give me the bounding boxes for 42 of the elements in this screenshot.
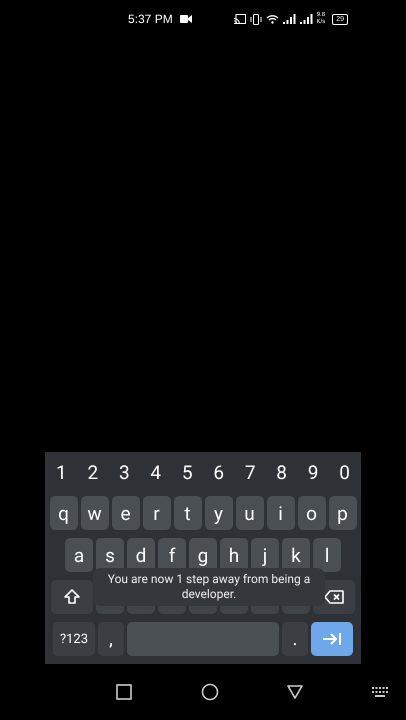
video-camera-icon	[180, 14, 192, 24]
number-key[interactable]: 5	[178, 460, 196, 484]
developer-toast: You are now 1 step away from being a developer.	[93, 568, 325, 606]
shift-key[interactable]	[51, 580, 93, 614]
number-key[interactable]: 6	[210, 460, 228, 484]
letter-key[interactable]: a	[65, 538, 93, 572]
letter-key[interactable]: i	[266, 496, 294, 530]
recents-icon[interactable]	[116, 684, 132, 700]
number-key[interactable]: 0	[336, 460, 353, 484]
number-key[interactable]: 8	[273, 460, 290, 484]
wifi-icon	[266, 14, 279, 24]
backspace-icon	[324, 590, 344, 604]
comma-key[interactable]: ,	[98, 622, 124, 656]
letter-key[interactable]: q	[50, 496, 78, 530]
letter-key[interactable]: o	[298, 496, 326, 530]
symbols-key[interactable]: ?123	[53, 622, 95, 656]
letter-key[interactable]: e	[112, 496, 140, 530]
letter-key[interactable]: r	[142, 496, 170, 530]
period-key[interactable]: .	[282, 622, 308, 656]
letter-key[interactable]: l	[313, 538, 341, 572]
keyboard-icon[interactable]	[372, 687, 388, 697]
letter-key[interactable]: y	[204, 496, 232, 530]
enter-key[interactable]	[311, 622, 353, 656]
signal-icon	[282, 14, 296, 24]
tab-arrow-icon	[322, 632, 342, 646]
letter-key[interactable]: t	[174, 496, 202, 530]
vibrate-icon	[250, 14, 262, 24]
number-key[interactable]: 9	[304, 460, 322, 484]
number-key[interactable]: 3	[116, 460, 133, 484]
number-key[interactable]: 2	[84, 460, 102, 484]
number-key[interactable]: 1	[53, 460, 70, 484]
signal-icon	[300, 14, 313, 24]
letter-key[interactable]: u	[236, 496, 264, 530]
letter-key[interactable]: p	[328, 496, 356, 530]
number-key[interactable]: 7	[242, 460, 258, 484]
number-key[interactable]: 4	[147, 460, 164, 484]
letter-key[interactable]: w	[80, 496, 108, 530]
back-icon[interactable]	[287, 685, 304, 699]
status-time: 5:37 PM	[128, 12, 173, 26]
home-icon[interactable]	[200, 683, 219, 701]
cast-icon	[234, 14, 246, 24]
shift-icon	[63, 588, 81, 606]
